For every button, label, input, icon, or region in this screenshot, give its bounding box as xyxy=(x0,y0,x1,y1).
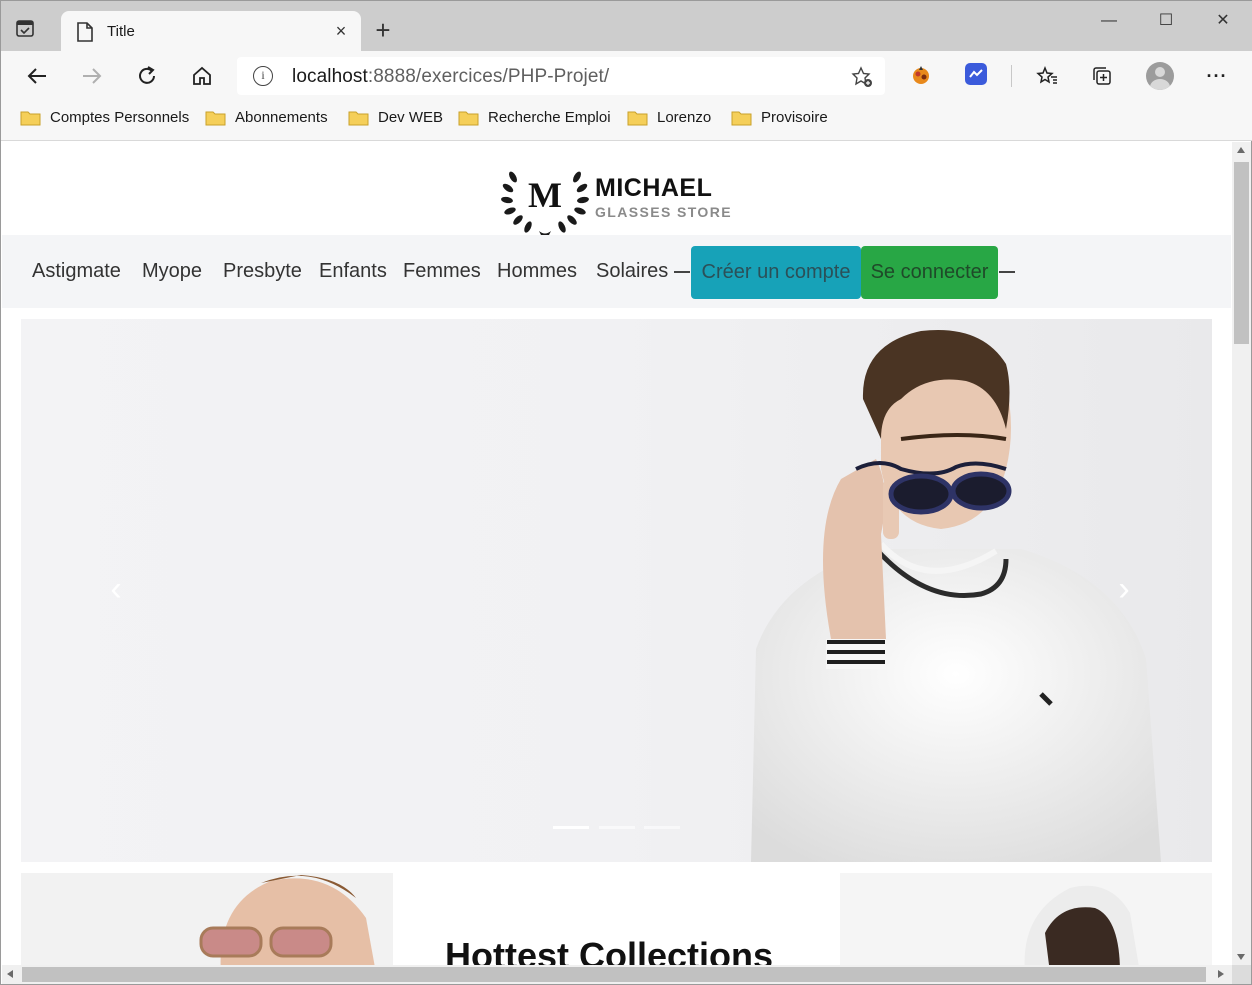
url-text[interactable]: localhost:8888/exercices/PHP-Projet/ xyxy=(292,66,609,88)
bookmark-folder[interactable]: Lorenzo xyxy=(627,109,711,131)
home-button[interactable] xyxy=(188,62,216,90)
bookmark-folder[interactable]: Dev WEB xyxy=(348,109,443,131)
nav-link-femmes[interactable]: Femmes xyxy=(403,260,481,283)
carousel-indicator-active[interactable] xyxy=(553,826,589,829)
bookmark-label: Comptes Personnels xyxy=(50,109,190,126)
scroll-right-icon[interactable] xyxy=(1218,970,1224,978)
forward-arrow-icon xyxy=(83,68,102,84)
bookmark-folder[interactable]: Recherche Emploi xyxy=(458,109,611,131)
new-tab-button[interactable]: + xyxy=(371,17,395,43)
logo-name: MICHAEL xyxy=(595,174,713,202)
carousel-next-icon[interactable]: › xyxy=(1109,572,1139,606)
folder-icon xyxy=(205,111,226,126)
folder-icon xyxy=(627,111,648,126)
bookmark-label: Recherche Emploi xyxy=(488,109,611,126)
url-path: :8888/exercices/PHP-Projet/ xyxy=(367,66,610,87)
login-button[interactable]: Se connecter xyxy=(861,246,998,299)
carousel-prev-icon[interactable]: ‹ xyxy=(101,572,131,606)
main-navbar: Astigmate Myope Presbyte Enfants Femmes … xyxy=(2,235,1231,308)
nav-link-presbyte[interactable]: Presbyte xyxy=(223,260,302,283)
url-host: localhost xyxy=(292,66,368,87)
bookmark-label: Lorenzo xyxy=(657,109,712,126)
toolbar-separator xyxy=(1011,65,1012,87)
nav-divider xyxy=(674,271,690,273)
tab-active[interactable]: Title × xyxy=(61,11,361,51)
bookmark-folder[interactable]: Abonnements xyxy=(205,109,328,131)
add-favorite-icon[interactable] xyxy=(851,66,873,88)
folder-icon xyxy=(348,111,369,126)
nav-link-enfants[interactable]: Enfants xyxy=(319,260,387,283)
browser-window: Title × + — ☐ ✕ i localhost:8888/exercic… xyxy=(0,0,1252,985)
vertical-scroll-thumb[interactable] xyxy=(1234,162,1249,344)
carousel-indicator[interactable] xyxy=(644,826,680,829)
logo-text: MICHAEL GLASSES STORE xyxy=(595,175,732,220)
favorites-button[interactable] xyxy=(1033,62,1061,90)
browser-toolbar: i localhost:8888/exercices/PHP-Projet/ xyxy=(1,51,1252,101)
maximize-button[interactable]: ☐ xyxy=(1151,9,1181,33)
nav-link-solaires[interactable]: Solaires xyxy=(596,260,668,283)
bookmarks-bar: Comptes Personnels Abonnements Dev WEB R… xyxy=(1,101,1252,141)
page-icon xyxy=(77,22,93,42)
folder-icon xyxy=(731,111,752,126)
scroll-up-icon[interactable] xyxy=(1237,147,1245,153)
address-bar[interactable]: i localhost:8888/exercices/PHP-Projet/ xyxy=(237,57,885,95)
bookmark-folder[interactable]: Comptes Personnels xyxy=(20,109,189,131)
nav-link-myope[interactable]: Myope xyxy=(142,260,202,283)
bookmark-label: Dev WEB xyxy=(378,109,444,126)
collections-button[interactable] xyxy=(1088,62,1116,90)
site-info-icon[interactable]: i xyxy=(253,66,273,86)
carousel-indicator[interactable] xyxy=(599,826,635,829)
collections-section: Hottest Collections xyxy=(21,873,1212,965)
nav-link-hommes[interactable]: Hommes xyxy=(497,260,577,283)
hero-carousel: ‹ › xyxy=(21,319,1212,862)
tab-title: Title xyxy=(107,23,135,40)
extension-icon[interactable] xyxy=(909,63,933,87)
page-viewport: M MICHAEL GLASSES STORE Astigmate Myope … xyxy=(2,142,1231,965)
section-title: Hottest Collections xyxy=(445,935,774,965)
scrollbar-corner xyxy=(1232,965,1251,984)
collections-icon xyxy=(1093,67,1111,85)
bookmark-folder[interactable]: Provisoire xyxy=(731,109,828,131)
back-arrow-icon xyxy=(27,68,46,84)
folder-icon xyxy=(458,111,479,126)
more-menu-button[interactable]: ··· xyxy=(1203,62,1231,90)
collection-image-right[interactable] xyxy=(840,873,1212,965)
close-window-button[interactable]: ✕ xyxy=(1208,9,1238,33)
logo-monogram: M xyxy=(528,175,562,215)
minimize-button[interactable]: — xyxy=(1094,9,1124,33)
scroll-left-icon[interactable] xyxy=(7,970,13,978)
hero-model-image xyxy=(21,319,1212,862)
create-account-button[interactable]: Créer un compte xyxy=(691,246,861,299)
logo-subtitle: GLASSES STORE xyxy=(595,204,732,220)
scroll-down-icon[interactable] xyxy=(1237,954,1245,960)
forward-button[interactable] xyxy=(78,62,106,90)
collection-image-left[interactable] xyxy=(21,873,393,965)
nav-divider xyxy=(999,271,1015,273)
tab-actions-icon[interactable] xyxy=(15,18,49,48)
horizontal-scrollbar[interactable] xyxy=(2,965,1232,984)
horizontal-scroll-thumb[interactable] xyxy=(22,967,1206,982)
nav-link-astigmate[interactable]: Astigmate xyxy=(32,260,121,283)
vertical-scrollbar[interactable] xyxy=(1232,142,1251,965)
tab-strip: Title × + — ☐ ✕ xyxy=(1,1,1252,51)
favorites-icon xyxy=(1036,65,1057,84)
refresh-icon xyxy=(139,66,155,84)
refresh-button[interactable] xyxy=(133,62,161,90)
back-button[interactable] xyxy=(23,62,51,90)
carousel-indicators xyxy=(553,826,683,830)
profile-avatar[interactable] xyxy=(1146,62,1174,90)
folder-icon xyxy=(20,111,41,126)
bookmark-label: Provisoire xyxy=(761,109,828,126)
bookmark-label: Abonnements xyxy=(235,109,328,126)
close-tab-icon[interactable]: × xyxy=(331,21,351,41)
extension-icon-2[interactable] xyxy=(965,63,987,85)
home-icon xyxy=(193,66,211,85)
store-logo[interactable]: M MICHAEL GLASSES STORE xyxy=(499,157,739,237)
